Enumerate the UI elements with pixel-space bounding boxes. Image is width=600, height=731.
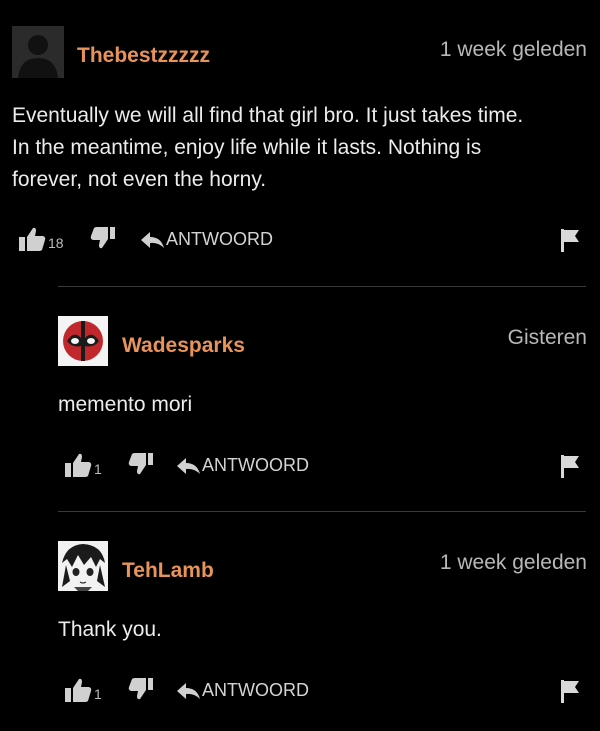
comment-timestamp: Gisteren [507,326,587,349]
like-button[interactable]: 18 [18,226,64,252]
flag-icon [561,455,579,478]
report-button[interactable] [560,228,580,252]
anime-sketch-avatar-icon[interactable] [58,541,108,591]
reply-arrow-icon [141,231,164,248]
comment-body: memento mori [58,389,588,421]
reply-button[interactable]: ANTWOORD [176,680,309,701]
comment-actions: 18 ANTWOORD [0,226,600,256]
like-count: 1 [94,686,102,702]
comment-timestamp: 1 week geleden [439,38,587,61]
deadpool-mask-avatar-icon[interactable] [58,316,108,366]
comment-timestamp: 1 week geleden [439,551,587,574]
report-button[interactable] [560,679,580,703]
comment-body-line: Eventually we will all find that girl br… [12,104,524,127]
comment-username[interactable]: Wadesparks [122,334,245,358]
comment-body-line: memento mori [58,393,193,416]
comment-body: Eventually we will all find that girl br… [12,100,592,196]
reply-label: ANTWOORD [202,455,309,475]
like-count: 18 [48,235,64,251]
flag-icon [561,680,579,703]
comment-actions: 1 ANTWOORD [0,677,600,707]
thread-divider [58,286,586,287]
reply-label: ANTWOORD [202,680,309,700]
thumbs-down-icon [128,453,153,475]
thumbs-up-icon [65,453,92,477]
reply-arrow-icon [177,682,200,699]
like-button[interactable]: 1 [64,677,102,703]
thumbs-down-icon [128,678,153,700]
report-button[interactable] [560,454,580,478]
reply-label: ANTWOORD [166,229,273,249]
default-user-avatar-icon[interactable] [12,26,64,78]
thumbs-down-icon [90,227,115,249]
thumbs-up-icon [65,678,92,702]
like-count: 1 [94,461,102,477]
like-button[interactable]: 1 [64,452,102,478]
reply-arrow-icon [177,457,200,474]
reply-button[interactable]: ANTWOORD [176,455,309,476]
comment-actions: 1 ANTWOORD [0,452,600,482]
comment-body-line: In the meantime, enjoy life while it las… [12,136,482,159]
dislike-button[interactable] [90,226,116,250]
comment-body-line: Thank you. [58,618,162,641]
reply-button[interactable]: ANTWOORD [140,229,273,250]
dislike-button[interactable] [128,677,154,701]
thumbs-up-icon [19,227,46,251]
comment-username[interactable]: Thebestzzzzz [77,44,210,68]
thread-divider [58,511,586,512]
comment-body: Thank you. [58,614,588,646]
comment-body-line: forever, not even the horny. [12,168,267,191]
flag-icon [561,229,579,252]
dislike-button[interactable] [128,452,154,476]
comment-username[interactable]: TehLamb [122,559,214,583]
